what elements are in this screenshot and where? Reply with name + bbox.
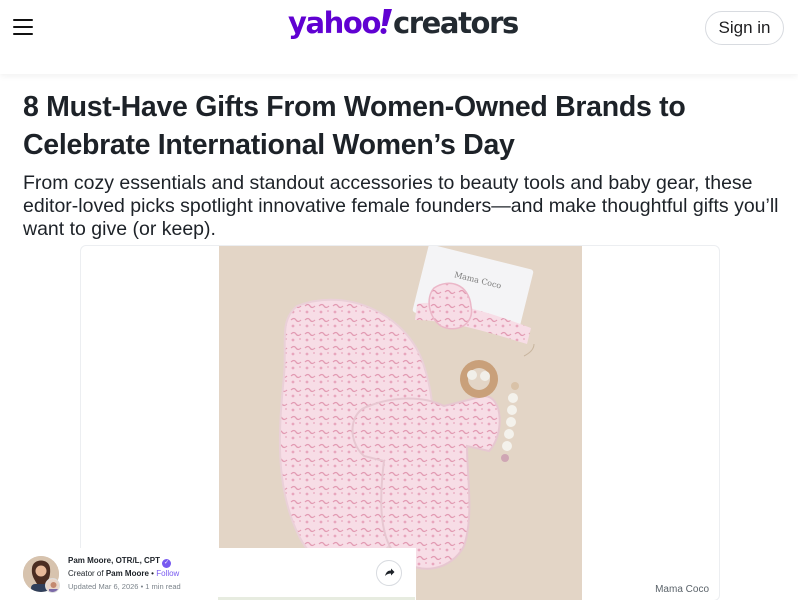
logo-exclamation-icon (380, 9, 392, 34)
logo-yahoo-text: yahoo (288, 6, 381, 40)
image-caption: Mama Coco (655, 584, 709, 595)
product-photo[interactable]: Mama Coco (219, 246, 582, 600)
updated-date: Updated Mar 6, 2026 (68, 582, 139, 591)
share-arrow-icon (385, 568, 395, 576)
article-subtitle: From cozy essentials and standout access… (23, 172, 779, 240)
author-name-row: Pam Moore, OTR/L, CPT ✓ (68, 556, 172, 568)
baby-clothes-illustration: Mama Coco (278, 246, 535, 571)
verified-check-icon: ✓ (162, 559, 172, 568)
creator-of-row: Creator of Pam Moore • Follow (68, 569, 179, 578)
article-title: 8 Must-Have Gifts From Women-Owned Brand… (23, 91, 686, 161)
article-meta-row: Updated Mar 6, 2026 • 1 min read (68, 582, 181, 591)
top-bar: yahoo creators Sign in (0, 0, 798, 74)
logo-creators-text: creators (392, 6, 519, 40)
author-byline: Pam Moore, OTR/L, CPT ✓ Creator of Pam Mo… (14, 548, 416, 600)
yahoo-creators-logo[interactable]: yahoo creators (288, 6, 519, 40)
hamburger-menu-icon[interactable] (13, 19, 33, 37)
follow-link[interactable]: Follow (156, 569, 179, 578)
read-time: 1 min read (145, 582, 181, 591)
creator-badge-icon (45, 578, 60, 593)
share-button[interactable] (376, 560, 402, 586)
creator-prefix: Creator of (68, 569, 104, 578)
creator-name[interactable]: Pam Moore (106, 569, 149, 578)
author-name[interactable]: Pam Moore, OTR/L, CPT (68, 556, 160, 565)
sign-in-button[interactable]: Sign in (705, 11, 784, 45)
article-media: Mama Coco Mama Coco (80, 245, 720, 600)
meta-separator: • (140, 582, 144, 591)
separator-dot: • (151, 569, 154, 578)
